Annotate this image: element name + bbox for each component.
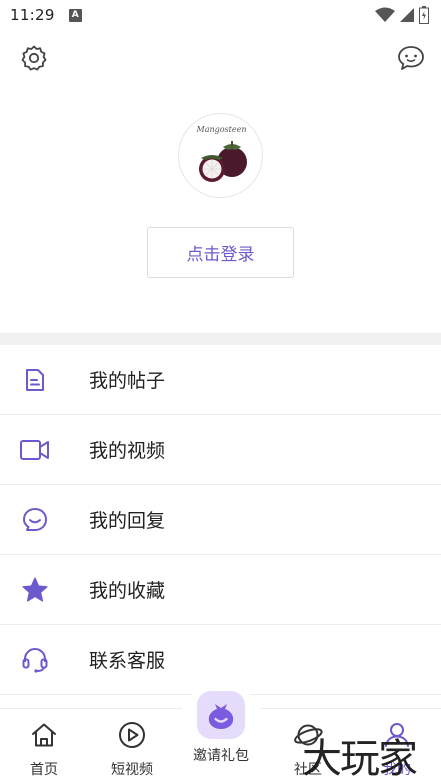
menu-item-contact-support[interactable]: 联系客服 bbox=[0, 625, 441, 695]
watermark-logo: 大玩家 bbox=[302, 736, 418, 782]
login-button[interactable]: 点击登录 bbox=[147, 227, 294, 278]
video-camera-icon bbox=[18, 433, 52, 467]
menu-item-my-replies[interactable]: 我的回复 bbox=[0, 485, 441, 555]
wifi-icon bbox=[375, 7, 395, 22]
menu-item-label: 我的收藏 bbox=[89, 580, 166, 602]
nav-tab-label: 短视频 bbox=[111, 762, 153, 778]
menu-item-my-favorites[interactable]: 我的收藏 bbox=[0, 555, 441, 625]
nav-tab-short-video[interactable]: 短视频 bbox=[88, 719, 176, 783]
menu-item-label: 联系客服 bbox=[89, 650, 166, 672]
document-icon bbox=[18, 363, 52, 397]
nav-tab-label: 邀请礼包 bbox=[193, 748, 249, 764]
menu-item-my-videos[interactable]: 我的视频 bbox=[0, 415, 441, 485]
nav-tab-home[interactable]: 首页 bbox=[0, 719, 88, 783]
message-button[interactable] bbox=[395, 42, 427, 74]
menu-item-label: 我的回复 bbox=[89, 510, 166, 532]
gear-icon bbox=[21, 45, 47, 71]
chat-bubble-icon bbox=[398, 46, 424, 70]
gift-bag-icon bbox=[197, 691, 245, 739]
mangosteen-image bbox=[199, 141, 247, 182]
headset-icon bbox=[18, 643, 52, 677]
star-icon bbox=[18, 573, 52, 607]
nav-tab-label: 首页 bbox=[30, 762, 58, 778]
status-bar: 11:29 A bbox=[0, 0, 441, 30]
section-divider bbox=[0, 333, 441, 345]
reply-bubble-icon bbox=[18, 503, 52, 537]
avatar[interactable]: Mangosteen bbox=[178, 113, 263, 198]
play-circle-icon bbox=[116, 719, 148, 751]
status-time: 11:29 bbox=[10, 6, 55, 24]
menu-item-label: 我的帖子 bbox=[89, 370, 166, 392]
profile-menu: 我的帖子 我的视频 我的回复 我的收藏 联系客服 bbox=[0, 345, 441, 695]
menu-item-my-posts[interactable]: 我的帖子 bbox=[0, 345, 441, 415]
nav-tab-invite-gift[interactable]: 邀请礼包 bbox=[176, 691, 266, 783]
home-icon bbox=[28, 719, 60, 751]
battery-icon bbox=[419, 6, 429, 24]
keyboard-badge-icon: A bbox=[68, 8, 82, 22]
menu-item-label: 我的视频 bbox=[89, 440, 166, 462]
signal-icon bbox=[400, 8, 414, 22]
settings-button[interactable] bbox=[18, 42, 50, 74]
status-icons bbox=[375, 6, 429, 24]
